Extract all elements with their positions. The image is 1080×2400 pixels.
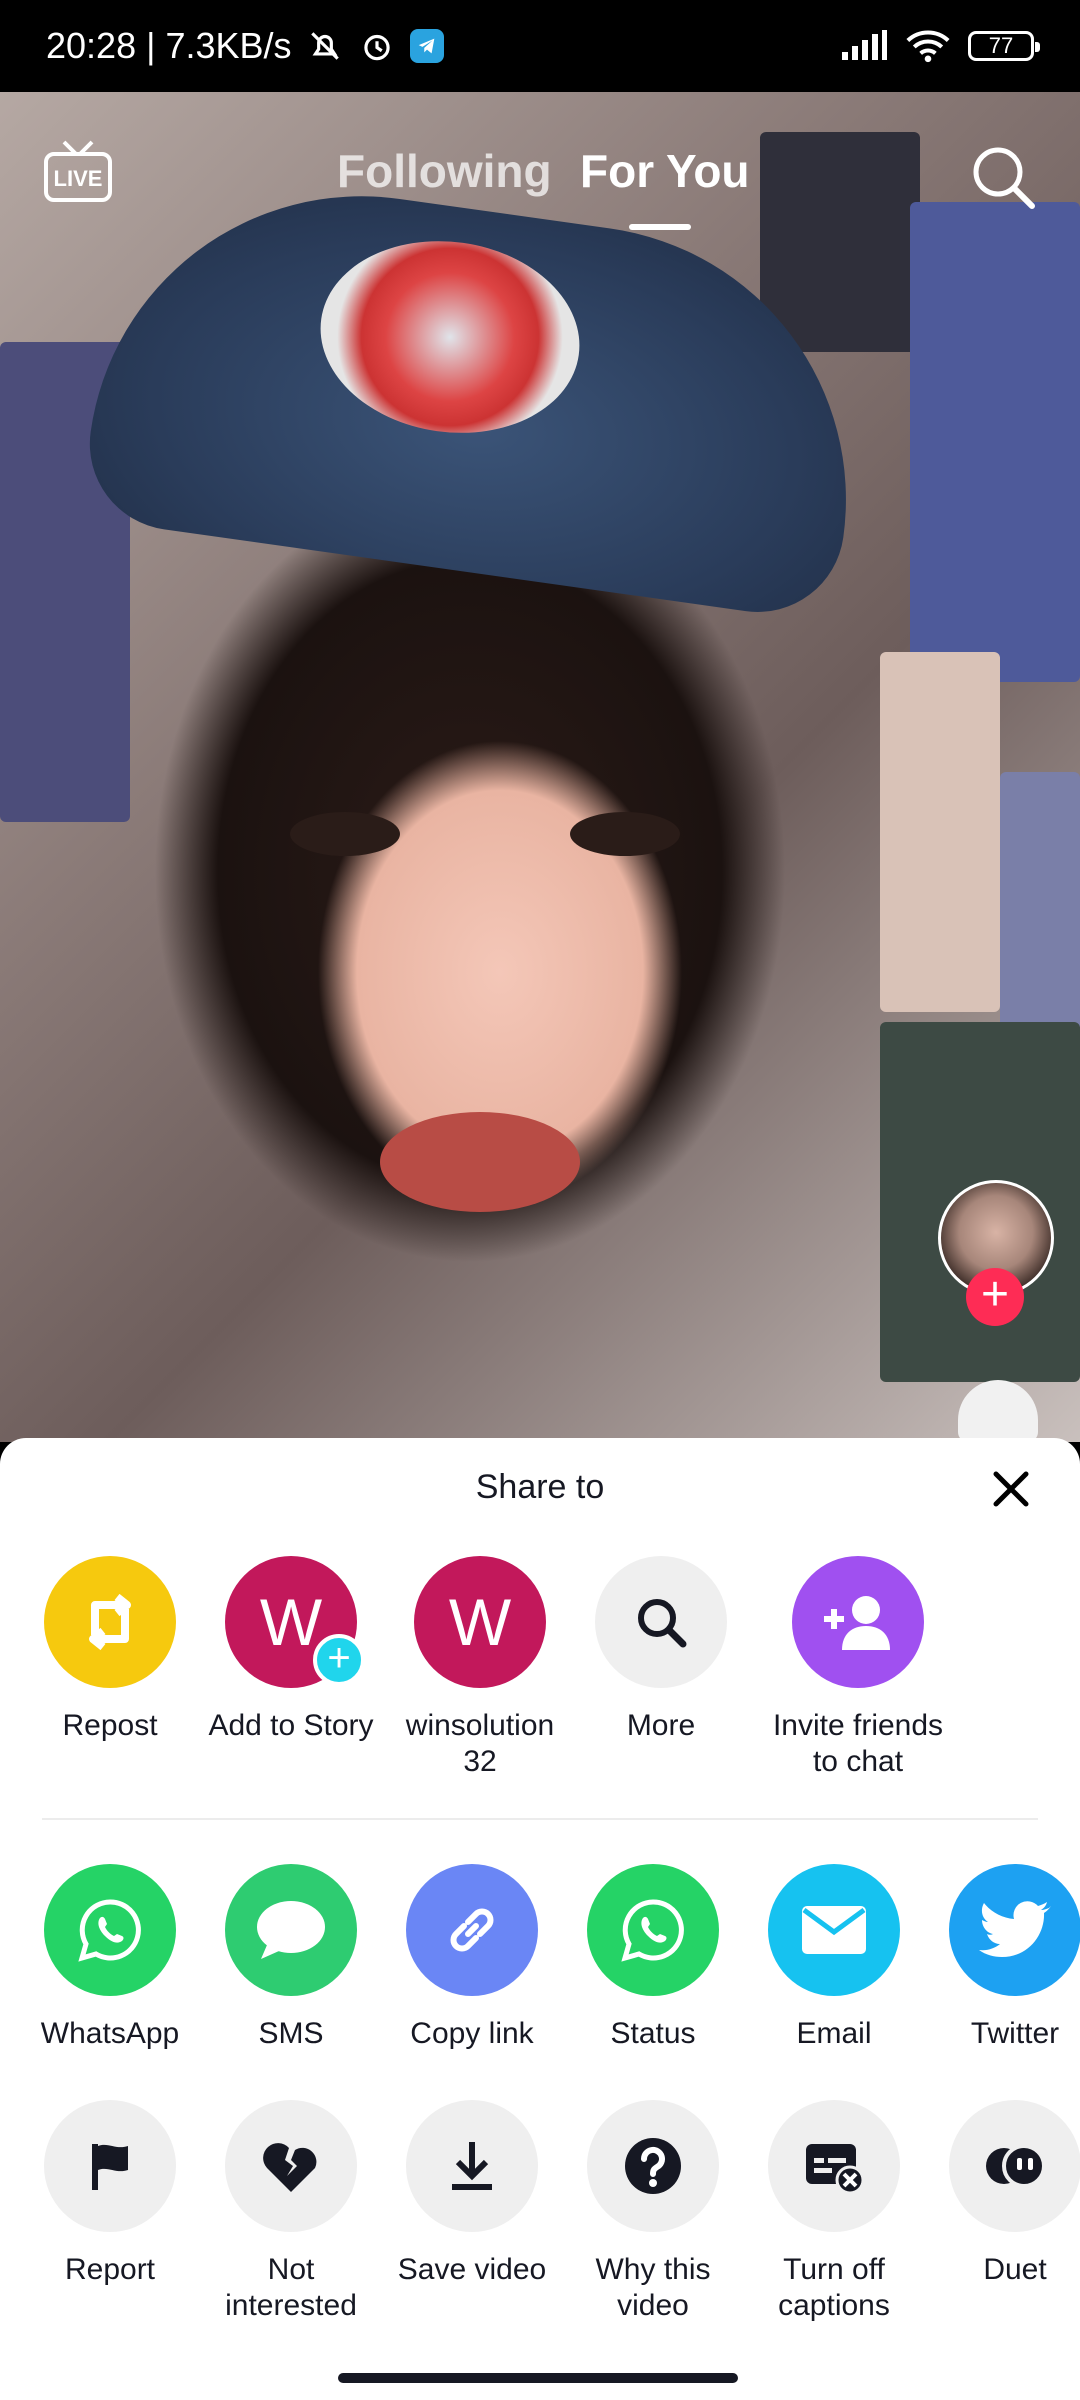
share-contact-winsolution32[interactable]: W winsolution 32 xyxy=(390,1556,570,1780)
share-twitter[interactable]: Twitter xyxy=(925,1864,1080,2052)
share-invite-friends[interactable]: Invite friends to chat xyxy=(768,1556,948,1780)
sms-circle xyxy=(225,1864,357,1996)
email-icon xyxy=(802,1906,866,1954)
share-add-to-story[interactable]: W + Add to Story xyxy=(201,1556,381,1744)
share-sheet: Share to Repost W + Add to Story W winso… xyxy=(0,1438,1080,2400)
repost-icon xyxy=(89,1593,131,1651)
not-interested-circle xyxy=(225,2100,357,2232)
action-report[interactable]: Report xyxy=(20,2100,200,2288)
share-more[interactable]: More xyxy=(571,1556,751,1744)
top-navigation: LIVE Following For You xyxy=(0,92,1080,262)
mouth-image xyxy=(380,1112,580,1212)
email-circle xyxy=(768,1864,900,1996)
more-circle xyxy=(595,1556,727,1688)
share-sms[interactable]: SMS xyxy=(201,1864,381,2052)
twitter-circle xyxy=(949,1864,1080,1996)
search-icon[interactable] xyxy=(970,144,1036,210)
download-icon xyxy=(452,2142,492,2190)
home-indicator[interactable] xyxy=(338,2373,738,2383)
duet-circle xyxy=(949,2100,1080,2232)
whatsapp-icon xyxy=(78,1899,141,1962)
sms-icon xyxy=(257,1901,325,1959)
sheet-title: Share to xyxy=(475,1468,605,1506)
share-copy-link[interactable]: Copy link xyxy=(382,1864,562,2052)
avatar: W xyxy=(414,1556,546,1688)
status-bar: 20:28 | 7.3KB/s 77 xyxy=(0,0,1080,92)
captions-off-icon xyxy=(806,2144,865,2194)
tab-for-you[interactable]: For You xyxy=(580,144,750,198)
mute-bell-icon xyxy=(310,32,339,60)
action-turn-off-captions[interactable]: Turn off captions xyxy=(744,2100,924,2324)
plus-icon: + xyxy=(313,1634,365,1686)
repost-circle xyxy=(44,1556,176,1688)
broken-heart-icon xyxy=(263,2143,317,2192)
whatsapp-status-icon xyxy=(621,1899,684,1962)
avatar: W + xyxy=(225,1556,365,1688)
twitter-icon xyxy=(979,1901,1051,1957)
status-time: 20:28 | 7.3KB/s xyxy=(46,25,292,66)
whatsapp-circle xyxy=(44,1864,176,1996)
follow-button[interactable]: + xyxy=(966,1268,1024,1326)
report-circle xyxy=(44,2100,176,2232)
invite-circle xyxy=(792,1556,924,1688)
alarm-icon xyxy=(363,34,390,61)
wifi-icon xyxy=(906,30,950,63)
telegram-icon xyxy=(409,29,444,63)
share-email[interactable]: Email xyxy=(744,1864,924,2052)
link-icon xyxy=(450,1908,494,1952)
status-circle xyxy=(587,1864,719,1996)
divider xyxy=(42,1818,1038,1820)
save-video-circle xyxy=(406,2100,538,2232)
why-video-circle xyxy=(587,2100,719,2232)
signal-icon xyxy=(842,30,887,60)
copy-link-circle xyxy=(406,1864,538,1996)
add-user-icon xyxy=(824,1596,890,1650)
duet-icon xyxy=(986,2144,1046,2188)
share-repost[interactable]: Repost xyxy=(20,1556,200,1744)
action-not-interested[interactable]: Not interested xyxy=(201,2100,381,2324)
live-tv-icon: LIVE xyxy=(44,140,112,202)
share-whatsapp-status[interactable]: Status xyxy=(563,1864,743,2052)
action-save-video[interactable]: Save video xyxy=(382,2100,562,2288)
live-button[interactable]: LIVE xyxy=(42,140,114,206)
action-why-this-video[interactable]: Why this video xyxy=(563,2100,743,2324)
tab-following[interactable]: Following xyxy=(337,144,552,198)
battery-indicator: 77 xyxy=(968,31,1040,61)
svg-text:LIVE: LIVE xyxy=(54,166,103,191)
video-player[interactable] xyxy=(0,92,1080,1442)
share-whatsapp[interactable]: WhatsApp xyxy=(20,1864,200,2052)
close-icon[interactable] xyxy=(988,1466,1034,1512)
action-duet[interactable]: Duet xyxy=(925,2100,1080,2288)
search-icon xyxy=(638,1599,687,1648)
captions-circle xyxy=(768,2100,900,2232)
active-tab-indicator xyxy=(629,224,691,230)
question-icon xyxy=(625,2138,681,2194)
flag-icon xyxy=(92,2144,128,2190)
